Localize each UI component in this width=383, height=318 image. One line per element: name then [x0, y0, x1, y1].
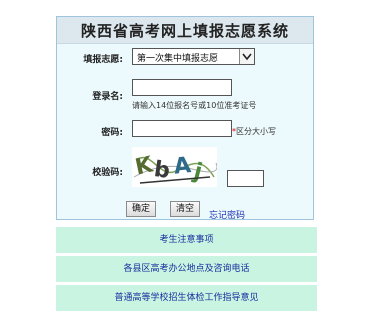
- password-hint-text: 区分大小写: [236, 127, 276, 136]
- link-exam-notes[interactable]: 考生注意事项: [56, 227, 317, 253]
- captcha-image: K b A j: [132, 147, 218, 187]
- link-county-offices[interactable]: 各县区高考办公地点及咨询电话: [56, 256, 317, 282]
- password-hint: *区分大小写: [232, 126, 276, 137]
- title-bar: 陕西省高考网上填报志愿系统: [57, 17, 313, 44]
- link-physical-exam-guide[interactable]: 普通高等学校招生体检工作指导意见: [56, 285, 317, 311]
- password-label: 密码:: [101, 128, 123, 138]
- page-title: 陕西省高考网上填报志愿系统: [80, 22, 289, 40]
- clear-button[interactable]: 清空: [170, 201, 200, 217]
- captcha-label: 校验码:: [92, 168, 123, 178]
- password-input[interactable]: [132, 120, 232, 137]
- svg-text:A: A: [173, 153, 193, 180]
- forgot-password-link[interactable]: 忘记密码: [209, 208, 245, 221]
- fill-type-selected: 第一次集中填报志愿: [137, 54, 219, 64]
- fill-type-label: 填报志愿:: [83, 55, 123, 65]
- login-name-input[interactable]: [132, 79, 232, 96]
- fill-type-select[interactable]: 第一次集中填报志愿: [132, 48, 255, 65]
- login-panel: 陕西省高考网上填报志愿系统 填报志愿: 第一次集中填报志愿 登录名: 请输入14…: [56, 16, 314, 221]
- captcha-input[interactable]: [227, 170, 264, 187]
- confirm-button[interactable]: 确定: [126, 201, 156, 217]
- login-name-label: 登录名:: [92, 92, 123, 102]
- chevron-down-icon: [239, 49, 254, 64]
- login-name-hint: 请输入14位报名号或10位准考证号: [132, 101, 257, 110]
- svg-text:j: j: [190, 159, 204, 185]
